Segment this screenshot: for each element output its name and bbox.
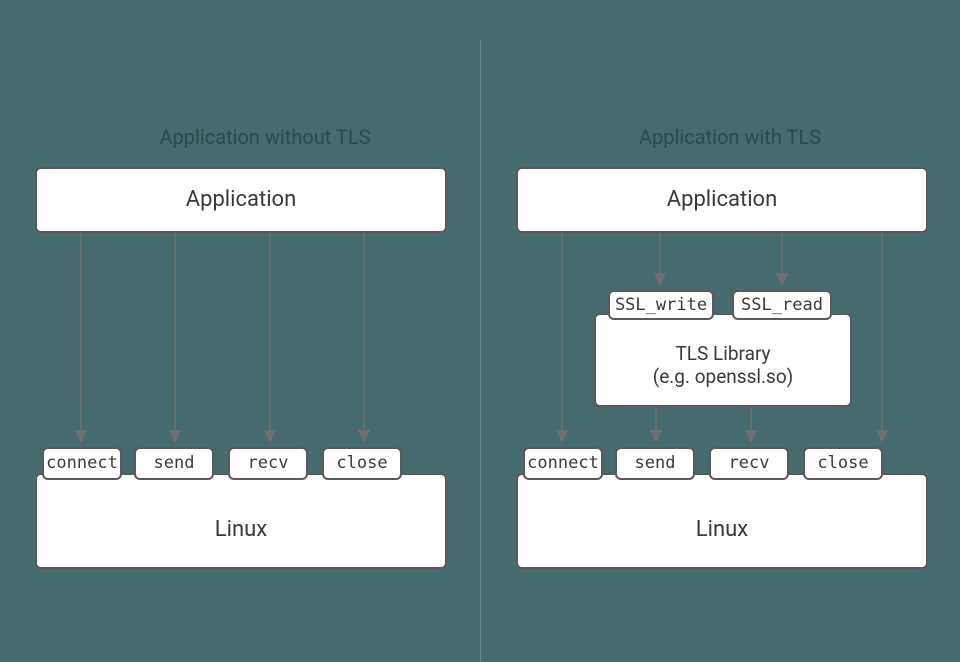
left-application-label: Application — [186, 187, 296, 213]
right-tls-library-box: TLS Library (e.g. openssl.so) — [594, 313, 852, 407]
right-syscall-send: send — [615, 447, 695, 480]
left-title: Application without TLS — [120, 125, 410, 149]
left-syscall-send: send — [134, 447, 214, 480]
right-tls-library-line1: TLS Library — [675, 343, 770, 366]
left-syscall-connect: connect — [42, 447, 122, 480]
right-linux-label: Linux — [696, 517, 748, 543]
left-application-box: Application — [35, 167, 447, 233]
right-tls-func-sslwrite: SSL_write — [608, 290, 714, 320]
right-application-box: Application — [516, 167, 928, 233]
left-linux-label: Linux — [215, 517, 267, 543]
right-linux-box: Linux — [516, 473, 928, 569]
left-syscall-close: close — [322, 447, 402, 480]
left-syscall-recv: recv — [228, 447, 308, 480]
center-divider — [480, 40, 481, 662]
right-application-label: Application — [667, 187, 777, 213]
right-title: Application with TLS — [600, 125, 860, 149]
right-syscall-recv: recv — [709, 447, 789, 480]
right-syscall-connect: connect — [523, 447, 603, 480]
right-tls-func-sslread: SSL_read — [732, 290, 832, 320]
right-syscall-close: close — [803, 447, 883, 480]
left-linux-box: Linux — [35, 473, 447, 569]
right-tls-library-line2: (e.g. openssl.so) — [653, 366, 794, 389]
